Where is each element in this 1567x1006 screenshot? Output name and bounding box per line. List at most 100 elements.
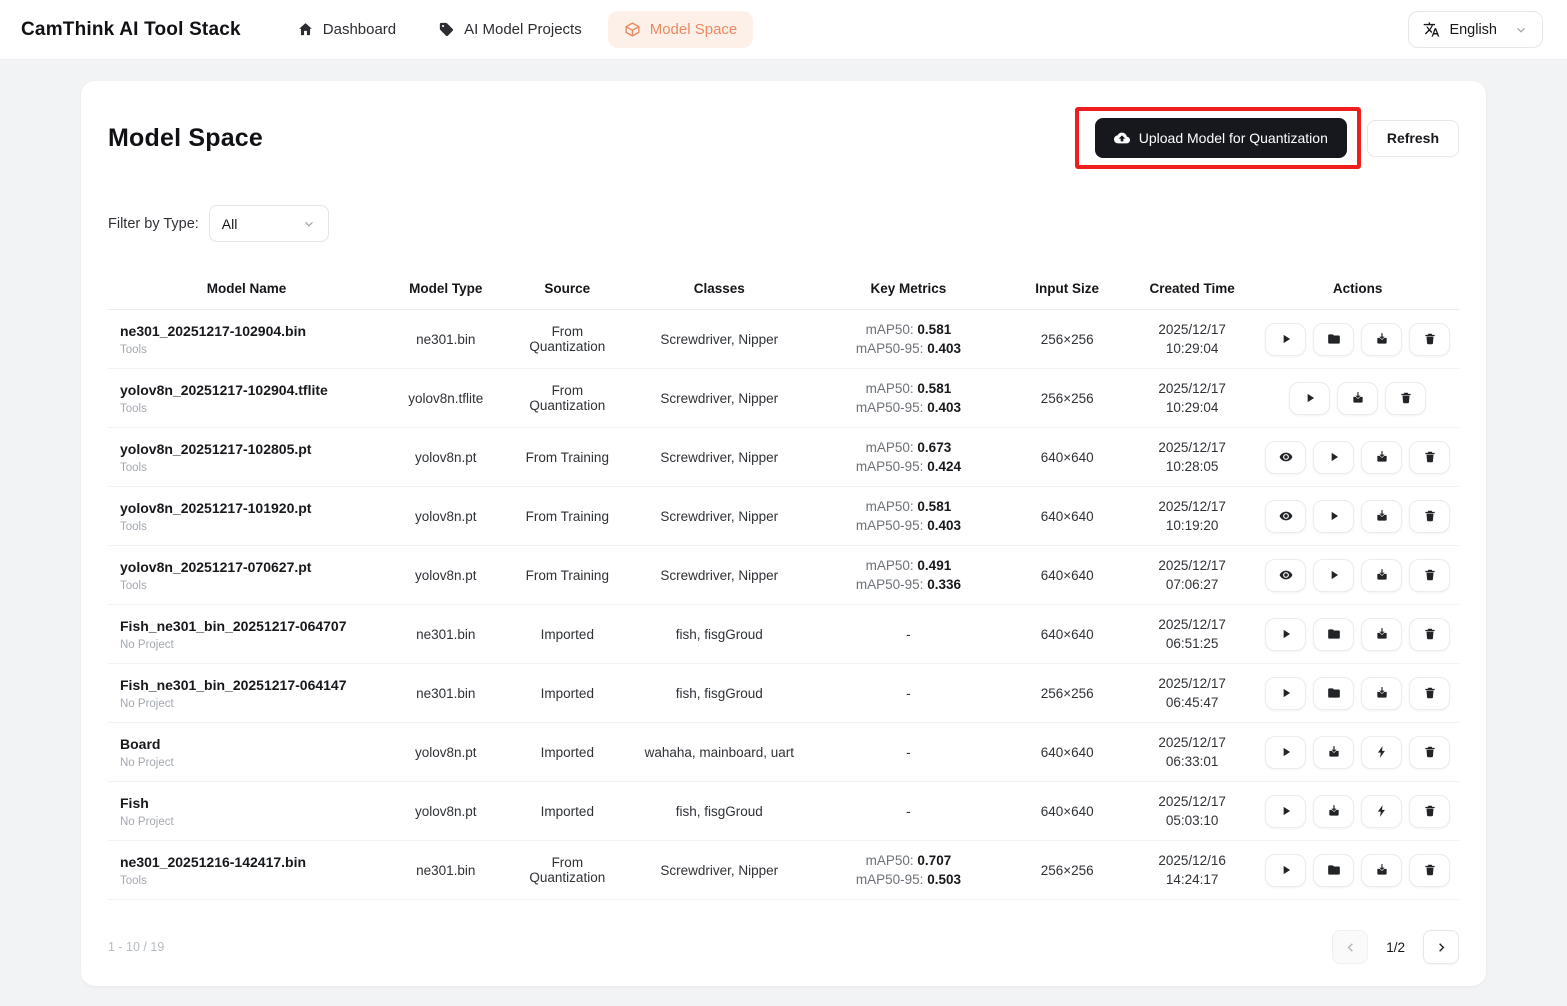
play-button[interactable] bbox=[1265, 854, 1306, 887]
lightning-icon bbox=[1375, 804, 1389, 818]
play-button[interactable] bbox=[1265, 795, 1306, 828]
type-filter-select[interactable]: All bbox=[209, 205, 329, 242]
delete-button[interactable] bbox=[1409, 677, 1450, 710]
next-page-button[interactable] bbox=[1423, 930, 1459, 964]
eye-icon bbox=[1279, 450, 1293, 464]
play-button[interactable] bbox=[1265, 736, 1306, 769]
model-type-cell: yolov8n.pt bbox=[385, 723, 507, 782]
delete-button[interactable] bbox=[1385, 382, 1426, 415]
play-button[interactable] bbox=[1289, 382, 1330, 415]
folder-icon bbox=[1327, 863, 1341, 877]
download-button[interactable] bbox=[1361, 677, 1402, 710]
folder-button[interactable] bbox=[1313, 677, 1354, 710]
classes-cell: Screwdriver, Nipper bbox=[628, 428, 810, 487]
model-name: Fish_ne301_bin_20251217-064707 bbox=[120, 618, 379, 634]
delete-button[interactable] bbox=[1409, 441, 1450, 474]
refresh-button[interactable]: Refresh bbox=[1367, 120, 1459, 157]
delete-button[interactable] bbox=[1409, 323, 1450, 356]
classes-cell: fish, fisgGroud bbox=[628, 605, 810, 664]
empty-metric: - bbox=[906, 686, 911, 701]
delete-button[interactable] bbox=[1409, 736, 1450, 769]
play-icon bbox=[1279, 332, 1293, 346]
table-row: yolov8n_20251217-102805.pt Tools yolov8n… bbox=[108, 428, 1459, 487]
column-header-model-type: Model Type bbox=[385, 268, 507, 310]
folder-icon bbox=[1327, 332, 1341, 346]
download-button[interactable] bbox=[1361, 854, 1402, 887]
delete-button[interactable] bbox=[1409, 559, 1450, 592]
created-time-cell: 2025/12/17 10:29:04 bbox=[1128, 369, 1256, 428]
play-button[interactable] bbox=[1313, 441, 1354, 474]
map50-value: 0.581 bbox=[917, 381, 951, 396]
cloud-upload-icon bbox=[1114, 130, 1130, 146]
chevron-left-icon bbox=[1343, 940, 1358, 955]
previous-page-button[interactable] bbox=[1332, 930, 1368, 964]
model-name: yolov8n_20251217-102904.tflite bbox=[120, 382, 379, 398]
created-date: 2025/12/17 bbox=[1134, 497, 1250, 516]
model-name: Fish_ne301_bin_20251217-064147 bbox=[120, 677, 379, 693]
delete-button[interactable] bbox=[1409, 795, 1450, 828]
source-cell: From Quantization bbox=[507, 310, 629, 369]
download-button[interactable] bbox=[1361, 441, 1402, 474]
nav-item-model-space[interactable]: Model Space bbox=[608, 11, 754, 48]
download-button[interactable] bbox=[1337, 382, 1378, 415]
page-title: Model Space bbox=[108, 124, 263, 153]
download-button[interactable] bbox=[1361, 500, 1402, 533]
nav-item-ai-model-projects[interactable]: AI Model Projects bbox=[422, 11, 598, 48]
created-time: 10:29:04 bbox=[1134, 339, 1250, 358]
metrics-cell: mAP50: 0.707 mAP50-95: 0.503 bbox=[810, 841, 1006, 900]
model-project: No Project bbox=[120, 639, 379, 651]
upload-highlight-annotation: Upload Model for Quantization bbox=[1075, 107, 1361, 169]
upload-button-label: Upload Model for Quantization bbox=[1139, 130, 1328, 146]
type-filter-value: All bbox=[222, 216, 238, 232]
play-button[interactable] bbox=[1265, 618, 1306, 651]
top-navigation-bar: CamThink AI Tool Stack Dashboard AI Mode… bbox=[0, 0, 1567, 60]
map50-value: 0.581 bbox=[917, 499, 951, 514]
model-project: Tools bbox=[120, 344, 379, 356]
delete-icon bbox=[1423, 686, 1437, 700]
folder-button[interactable] bbox=[1313, 323, 1354, 356]
upload-model-button[interactable]: Upload Model for Quantization bbox=[1095, 118, 1347, 158]
lightning-button[interactable] bbox=[1361, 795, 1402, 828]
created-time-cell: 2025/12/17 05:03:10 bbox=[1128, 782, 1256, 841]
download-button[interactable] bbox=[1361, 618, 1402, 651]
created-time: 10:19:20 bbox=[1134, 516, 1250, 535]
folder-button[interactable] bbox=[1313, 618, 1354, 651]
eye-button[interactable] bbox=[1265, 500, 1306, 533]
translate-icon bbox=[1423, 21, 1440, 38]
play-button[interactable] bbox=[1313, 559, 1354, 592]
model-name: yolov8n_20251217-070627.pt bbox=[120, 559, 379, 575]
nav-item-dashboard[interactable]: Dashboard bbox=[281, 11, 412, 48]
download-button[interactable] bbox=[1313, 795, 1354, 828]
model-name: Board bbox=[120, 736, 379, 752]
eye-button[interactable] bbox=[1265, 559, 1306, 592]
delete-button[interactable] bbox=[1409, 500, 1450, 533]
model-type-cell: ne301.bin bbox=[385, 605, 507, 664]
delete-button[interactable] bbox=[1409, 618, 1450, 651]
eye-button[interactable] bbox=[1265, 441, 1306, 474]
classes-cell: fish, fisgGroud bbox=[628, 782, 810, 841]
home-icon bbox=[297, 21, 314, 38]
app-logo[interactable]: CamThink AI Tool Stack bbox=[21, 19, 241, 41]
created-date: 2025/12/16 bbox=[1134, 851, 1250, 870]
folder-button[interactable] bbox=[1313, 854, 1354, 887]
download-button[interactable] bbox=[1361, 559, 1402, 592]
download-button[interactable] bbox=[1361, 323, 1402, 356]
page: CamThink AI Tool Stack Dashboard AI Mode… bbox=[0, 0, 1567, 986]
download-button[interactable] bbox=[1313, 736, 1354, 769]
model-name-cell: Fish_ne301_bin_20251217-064147 No Projec… bbox=[108, 664, 385, 723]
delete-button[interactable] bbox=[1409, 854, 1450, 887]
classes-cell: Screwdriver, Nipper bbox=[628, 841, 810, 900]
lightning-button[interactable] bbox=[1361, 736, 1402, 769]
play-button[interactable] bbox=[1265, 677, 1306, 710]
play-button[interactable] bbox=[1313, 500, 1354, 533]
language-label: English bbox=[1449, 22, 1497, 38]
empty-metric: - bbox=[906, 804, 911, 819]
download-icon bbox=[1375, 450, 1389, 464]
metrics-cell: - bbox=[810, 723, 1006, 782]
source-cell: Imported bbox=[507, 782, 629, 841]
play-button[interactable] bbox=[1265, 323, 1306, 356]
created-time: 10:28:05 bbox=[1134, 457, 1250, 476]
package-icon bbox=[624, 21, 641, 38]
actions-cell bbox=[1256, 782, 1459, 841]
language-selector[interactable]: English bbox=[1408, 11, 1543, 48]
